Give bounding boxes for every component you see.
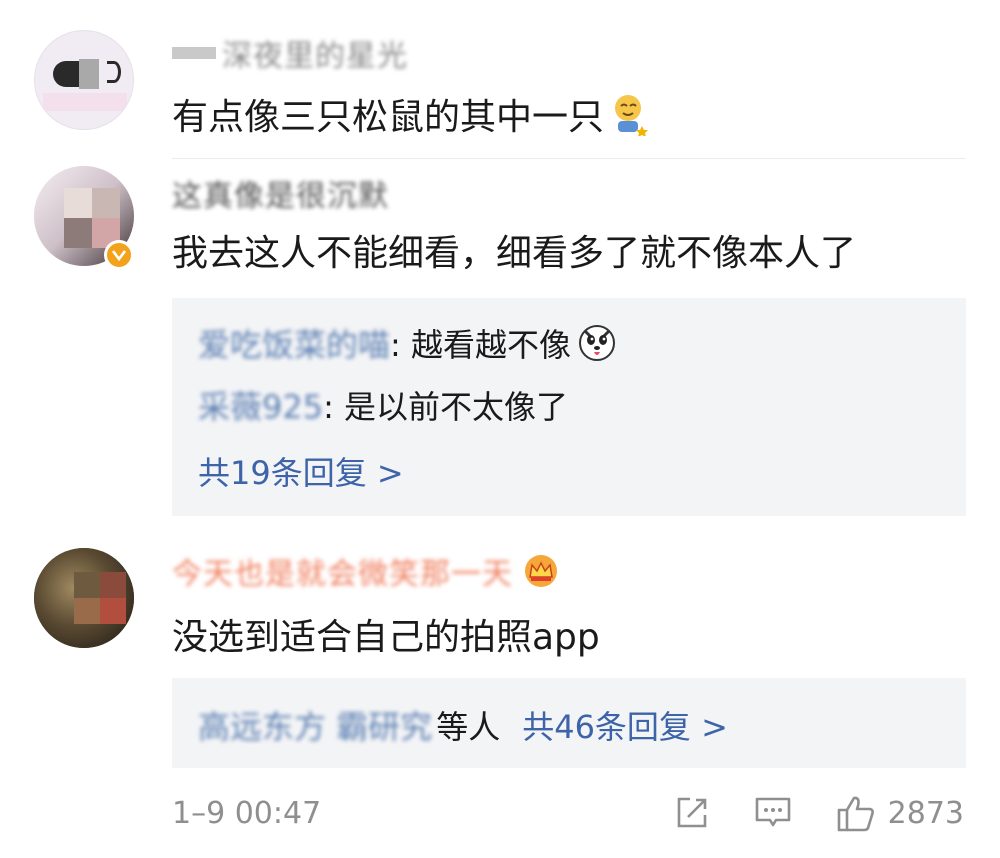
view-more-replies-link[interactable]: 共46条回复 > — [522, 702, 728, 748]
share-icon — [677, 797, 706, 828]
like-button[interactable]: 2873 — [836, 793, 964, 833]
name-mosaic — [172, 47, 216, 59]
more-replies-label[interactable]: 共19条回复 > — [198, 448, 404, 494]
reply-authors[interactable]: 高远东方 霸研究 — [198, 702, 432, 748]
reply-box[interactable]: 爱吃饭菜的喵 : 越看越不像 采薇925 : 是以前不太像了 共19条回复 > — [172, 298, 966, 516]
comment-text-body: 没选到适合自己的拍照app — [172, 617, 600, 658]
reply-author[interactable]: 爱吃饭菜的喵 — [198, 320, 390, 366]
avatar[interactable] — [34, 30, 134, 130]
author-name: 今天也是就会微笑那一天 — [172, 557, 513, 592]
author-name: 这真像是很沉默 — [172, 179, 389, 214]
comment-author[interactable]: 这真像是很沉默 — [172, 170, 389, 216]
reply-summary-box[interactable]: 高远东方 霸研究 等人 共46条回复 > — [172, 678, 966, 768]
comment-author[interactable]: 深夜里的星光 — [172, 30, 408, 76]
comment-icon — [755, 797, 790, 827]
comment-text: 我去这人不能细看，细看多了就不像本人了 — [172, 224, 856, 276]
reply-item[interactable]: 采薇925 : 是以前不太像了 — [198, 382, 568, 428]
reply-item[interactable]: 爱吃饭菜的喵 : 越看越不像 — [198, 320, 617, 366]
comment-text-body: 我去这人不能细看，细看多了就不像本人了 — [172, 233, 857, 274]
avatar[interactable] — [34, 548, 134, 648]
timestamp: 1–9 00:47 — [172, 795, 322, 831]
comment-button[interactable] — [754, 795, 792, 831]
reply-summary[interactable]: 高远东方 霸研究 等人 共46条回复 > — [198, 702, 728, 748]
view-more-replies-link[interactable]: 共19条回复 > — [198, 448, 404, 494]
crown-badge-icon — [523, 553, 559, 589]
comment-author[interactable]: 今天也是就会微笑那一天 — [172, 548, 559, 594]
comment-text: 没选到适合自己的拍照app — [172, 608, 600, 660]
reply-author[interactable]: 采薇925 — [198, 382, 323, 428]
reply-text: : 越看越不像 — [390, 326, 571, 364]
action-bar: 2873 — [630, 793, 964, 833]
comment-text-body: 有点像三只松鼠的其中一只 — [172, 97, 605, 138]
author-name: 深夜里的星光 — [222, 39, 408, 74]
comment-footer: 1–9 00:47 2873 — [172, 790, 964, 836]
like-icon — [837, 796, 874, 832]
share-button[interactable] — [674, 795, 710, 831]
divider — [172, 158, 966, 159]
like-count: 2873 — [887, 795, 964, 831]
sleepy-smile-emoji — [610, 92, 650, 136]
comment-text: 有点像三只松鼠的其中一只 — [172, 88, 650, 140]
husky-dog-emoji — [577, 323, 617, 363]
verified-badge-icon — [104, 240, 134, 270]
reply-text: : 是以前不太像了 — [323, 388, 569, 426]
reply-summary-suffix: 等人 — [436, 708, 501, 746]
